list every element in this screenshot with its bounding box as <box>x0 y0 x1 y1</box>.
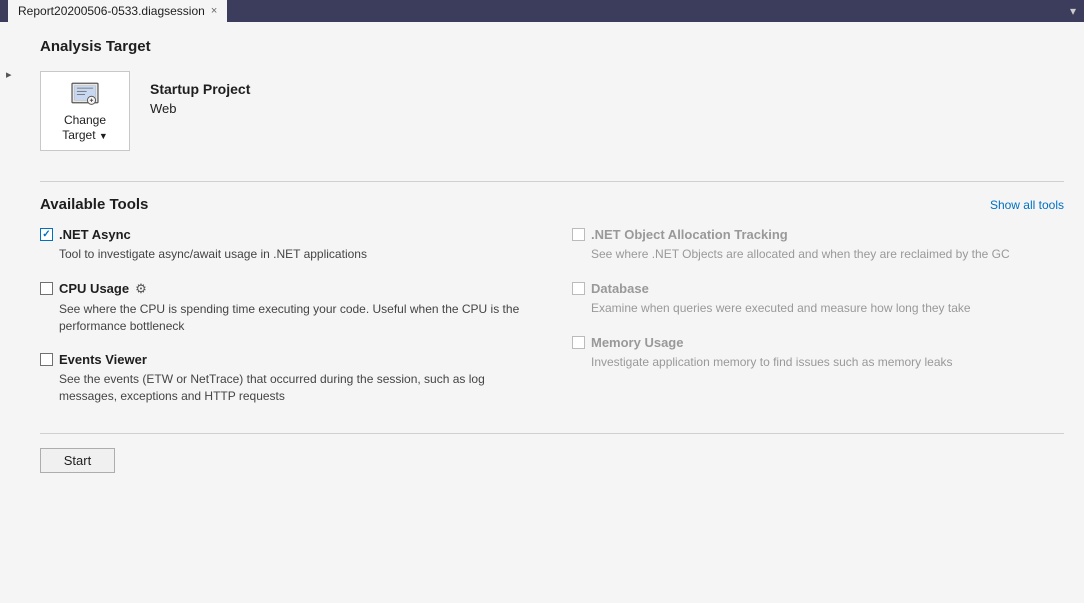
tool-cpu-usage-checkbox[interactable] <box>40 282 53 295</box>
tool-memory-usage-desc: Investigate application memory to find i… <box>591 354 1064 371</box>
change-target-icon <box>67 80 103 109</box>
tool-net-async-name: .NET Async <box>59 227 131 242</box>
tool-database: Database Examine when queries were execu… <box>572 281 1064 317</box>
tools-left-column: .NET Async Tool to investigate async/awa… <box>40 227 532 423</box>
tab[interactable]: Report20200506-0533.diagsession × <box>8 0 227 22</box>
tools-header: Available Tools Show all tools <box>40 196 1064 213</box>
tool-net-async-header: .NET Async <box>40 227 532 242</box>
tool-database-desc: Examine when queries were executed and m… <box>591 300 1064 317</box>
startup-project-value: Web <box>150 101 250 116</box>
tool-memory-usage-checkbox[interactable] <box>572 336 585 349</box>
project-info: Startup Project Web <box>150 71 250 116</box>
tool-events-viewer-checkbox[interactable] <box>40 353 53 366</box>
tool-memory-usage-name: Memory Usage <box>591 335 683 350</box>
change-target-button[interactable]: ChangeTarget ▼ <box>40 71 130 151</box>
section-divider-1 <box>40 181 1064 182</box>
tool-net-object-allocation-name: .NET Object Allocation Tracking <box>591 227 788 242</box>
tool-memory-usage: Memory Usage Investigate application mem… <box>572 335 1064 371</box>
gear-icon[interactable]: ⚙ <box>135 281 147 297</box>
tool-cpu-usage: CPU Usage ⚙ See where the CPU is spendin… <box>40 281 532 335</box>
start-section: Start <box>40 433 1064 473</box>
tools-grid: .NET Async Tool to investigate async/awa… <box>40 227 1064 423</box>
tool-database-name: Database <box>591 281 649 296</box>
title-bar: Report20200506-0533.diagsession × ▾ <box>0 0 1084 22</box>
collapse-arrow[interactable]: ▸ <box>6 68 12 81</box>
tool-events-viewer-name: Events Viewer <box>59 352 147 367</box>
content-area: Analysis Target ChangeTarget ▼ <box>30 22 1084 489</box>
tool-net-object-allocation-desc: See where .NET Objects are allocated and… <box>591 246 1064 263</box>
tool-net-async-checkbox[interactable] <box>40 228 53 241</box>
tool-cpu-usage-name: CPU Usage <box>59 281 129 296</box>
tool-cpu-usage-desc: See where the CPU is spending time execu… <box>59 301 532 335</box>
title-bar-dropdown[interactable]: ▾ <box>1070 4 1076 18</box>
tool-net-object-allocation-checkbox[interactable] <box>572 228 585 241</box>
tool-database-checkbox[interactable] <box>572 282 585 295</box>
start-button[interactable]: Start <box>40 448 115 473</box>
available-tools-title: Available Tools <box>40 196 148 213</box>
analysis-target-title: Analysis Target <box>40 38 1064 55</box>
tab-label: Report20200506-0533.diagsession <box>18 4 205 18</box>
tool-net-async: .NET Async Tool to investigate async/awa… <box>40 227 532 263</box>
tool-events-viewer: Events Viewer See the events (ETW or Net… <box>40 352 532 405</box>
startup-project-area: ChangeTarget ▼ Startup Project Web <box>40 71 1064 171</box>
tool-events-viewer-header: Events Viewer <box>40 352 532 367</box>
close-tab-button[interactable]: × <box>211 5 217 17</box>
tool-net-async-desc: Tool to investigate async/await usage in… <box>59 246 532 263</box>
tool-memory-usage-header: Memory Usage <box>572 335 1064 350</box>
change-target-label: ChangeTarget ▼ <box>62 113 108 142</box>
tools-right-column: .NET Object Allocation Tracking See wher… <box>572 227 1064 423</box>
tool-database-header: Database <box>572 281 1064 296</box>
tool-net-object-allocation-header: .NET Object Allocation Tracking <box>572 227 1064 242</box>
startup-project-label: Startup Project <box>150 81 250 97</box>
tool-net-object-allocation: .NET Object Allocation Tracking See wher… <box>572 227 1064 263</box>
show-all-tools-link[interactable]: Show all tools <box>990 198 1064 212</box>
tool-cpu-usage-header: CPU Usage ⚙ <box>40 281 532 297</box>
tool-events-viewer-desc: See the events (ETW or NetTrace) that oc… <box>59 371 532 405</box>
main-content: ▸ Analysis Target ChangeTarge <box>0 22 1084 603</box>
